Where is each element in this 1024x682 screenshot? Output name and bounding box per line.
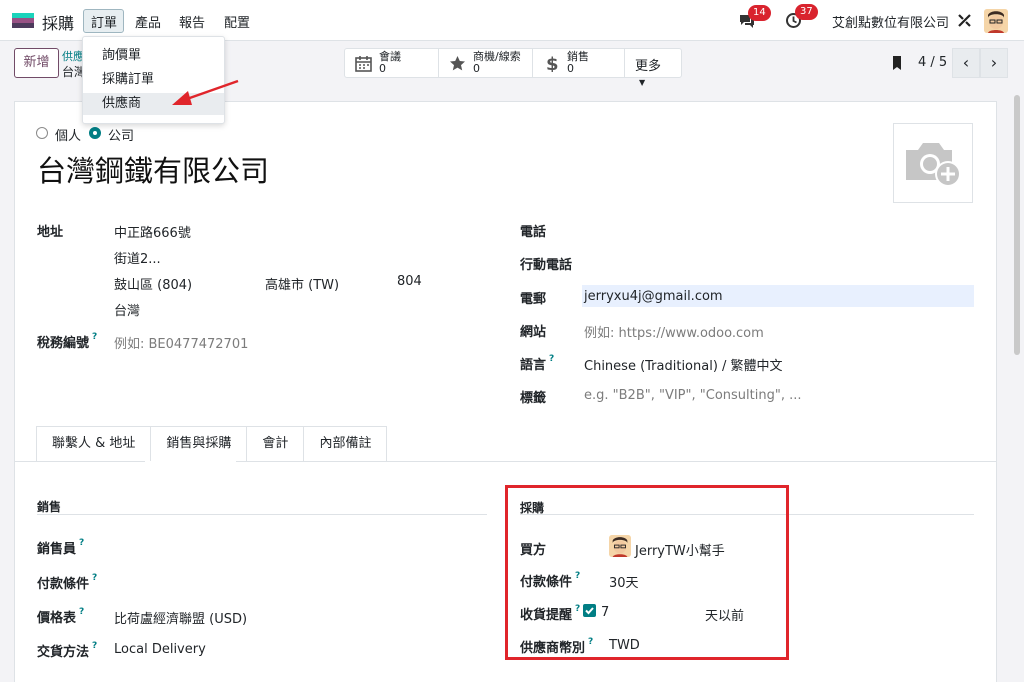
purchase-app-icon[interactable] xyxy=(12,13,34,28)
dollar-icon: $ xyxy=(546,55,559,72)
tax-label: 稅務編號? xyxy=(37,332,98,351)
pager-previous-button[interactable]: ‹ xyxy=(952,48,980,78)
help-icon: ? xyxy=(92,641,98,651)
sales-smart-button[interactable]: $ 銷售 0 xyxy=(533,49,625,77)
delivery-method-label: 交貨方法? xyxy=(37,641,98,660)
help-icon: ? xyxy=(92,332,98,342)
help-icon: ? xyxy=(79,607,85,617)
language-field[interactable]: Chinese (Traditional) / 繁體中文 xyxy=(584,355,783,374)
menu-reporting[interactable]: 報告 xyxy=(179,12,205,31)
website-label: 網站 xyxy=(520,325,547,340)
smart-buttons: 會議 0 商機/線索 0 $ 銷售 0 更多▼ xyxy=(344,48,682,87)
website-field[interactable]: 例如: https://www.odoo.com xyxy=(584,322,764,341)
street2-field[interactable]: 街道2... xyxy=(114,248,161,267)
chevron-right-icon: › xyxy=(990,53,998,72)
pricelist-field[interactable]: 比荷盧經濟聯盟 (USD) xyxy=(114,608,247,627)
pricelist-label: 價格表? xyxy=(37,607,85,626)
bookmark-icon[interactable] xyxy=(890,55,904,71)
meetings-smart-button[interactable]: 會議 0 xyxy=(345,49,439,77)
menu-products[interactable]: 產品 xyxy=(135,12,161,31)
menu-item-rfq[interactable]: 詢價單 xyxy=(83,45,224,67)
phone-label: 電話 xyxy=(520,225,547,240)
breadcrumb-parent[interactable]: 供應 xyxy=(62,48,84,64)
partner-name[interactable]: 台灣鋼鐵有限公司 xyxy=(37,148,269,190)
tax-field[interactable]: 例如: BE0477472701 xyxy=(114,333,248,352)
user-avatar[interactable] xyxy=(984,9,1008,33)
sales-divider xyxy=(37,514,487,515)
scrollbar[interactable] xyxy=(1014,95,1020,355)
calendar-icon xyxy=(355,56,372,72)
app-name[interactable]: 採購 xyxy=(42,10,74,34)
tools-icon[interactable] xyxy=(957,13,972,28)
purchase-highlight-box xyxy=(505,485,789,660)
street-field[interactable]: 中正路666號 xyxy=(114,222,191,241)
tab-accounting[interactable]: 會計 xyxy=(246,426,305,462)
notebook-tabs: 聯繫人 & 地址 銷售與採購 會計 內部備註 xyxy=(36,426,388,462)
radio-company[interactable] xyxy=(89,127,101,139)
pager-value[interactable]: 4 / 5 xyxy=(918,55,947,70)
sales-payment-terms-label: 付款條件? xyxy=(37,573,98,592)
help-icon: ? xyxy=(79,538,85,548)
menu-configuration[interactable]: 配置 xyxy=(224,12,250,31)
language-label: 語言? xyxy=(520,354,555,373)
red-arrow-annotation xyxy=(172,79,239,105)
country-field[interactable]: 台灣 xyxy=(114,300,140,319)
menu-orders[interactable]: 訂單 xyxy=(83,9,124,33)
zip-field[interactable]: 804 xyxy=(397,274,422,289)
address-label: 地址 xyxy=(37,225,64,240)
star-icon xyxy=(450,56,465,71)
activities-badge: 37 xyxy=(795,4,818,20)
top-navbar: 採購 訂單 產品 報告 配置 14 37 艾創點數位有限公司 xyxy=(0,0,1024,41)
tags-label: 標籤 xyxy=(520,391,547,406)
messages-badge: 14 xyxy=(748,5,771,21)
opportunities-smart-button[interactable]: 商機/線索 0 xyxy=(439,49,533,77)
tab-internal-notes[interactable]: 內部備註 xyxy=(303,426,388,462)
image-upload[interactable] xyxy=(893,123,973,203)
camera-add-icon xyxy=(906,143,961,187)
email-label: 電郵 xyxy=(520,292,547,307)
tab-sales-purchase[interactable]: 銷售與採購 xyxy=(150,426,248,462)
svg-text:$: $ xyxy=(546,55,559,72)
company-switcher[interactable]: 艾創點數位有限公司 xyxy=(832,12,949,31)
salesperson-label: 銷售員? xyxy=(37,538,85,557)
tags-field[interactable]: e.g. "B2B", "VIP", "Consulting", ... xyxy=(584,388,801,403)
more-button[interactable]: 更多▼ xyxy=(625,49,681,87)
help-icon: ? xyxy=(92,573,98,583)
caret-down-icon: ▼ xyxy=(639,78,646,87)
district-field[interactable]: 鼓山區 (804) xyxy=(114,274,192,293)
radio-company-label: 公司 xyxy=(108,129,135,144)
radio-individual-label: 個人 xyxy=(55,129,82,144)
sales-section-title: 銷售 xyxy=(37,500,62,514)
new-button[interactable]: 新增 xyxy=(14,48,59,78)
email-field[interactable]: jerryxu4j@gmail.com xyxy=(584,289,723,304)
messages-button[interactable]: 14 xyxy=(738,5,771,33)
chevron-left-icon: ‹ xyxy=(962,53,970,72)
pager-next-button[interactable]: › xyxy=(980,48,1008,78)
help-icon: ? xyxy=(549,354,555,364)
tab-contacts-addresses[interactable]: 聯繫人 & 地址 xyxy=(36,426,152,462)
activities-button[interactable]: 37 xyxy=(785,4,818,33)
radio-individual[interactable] xyxy=(36,127,48,139)
city-field[interactable]: 高雄市 (TW) xyxy=(265,274,339,293)
delivery-method-field[interactable]: Local Delivery xyxy=(114,642,206,657)
mobile-label: 行動電話 xyxy=(520,258,573,273)
